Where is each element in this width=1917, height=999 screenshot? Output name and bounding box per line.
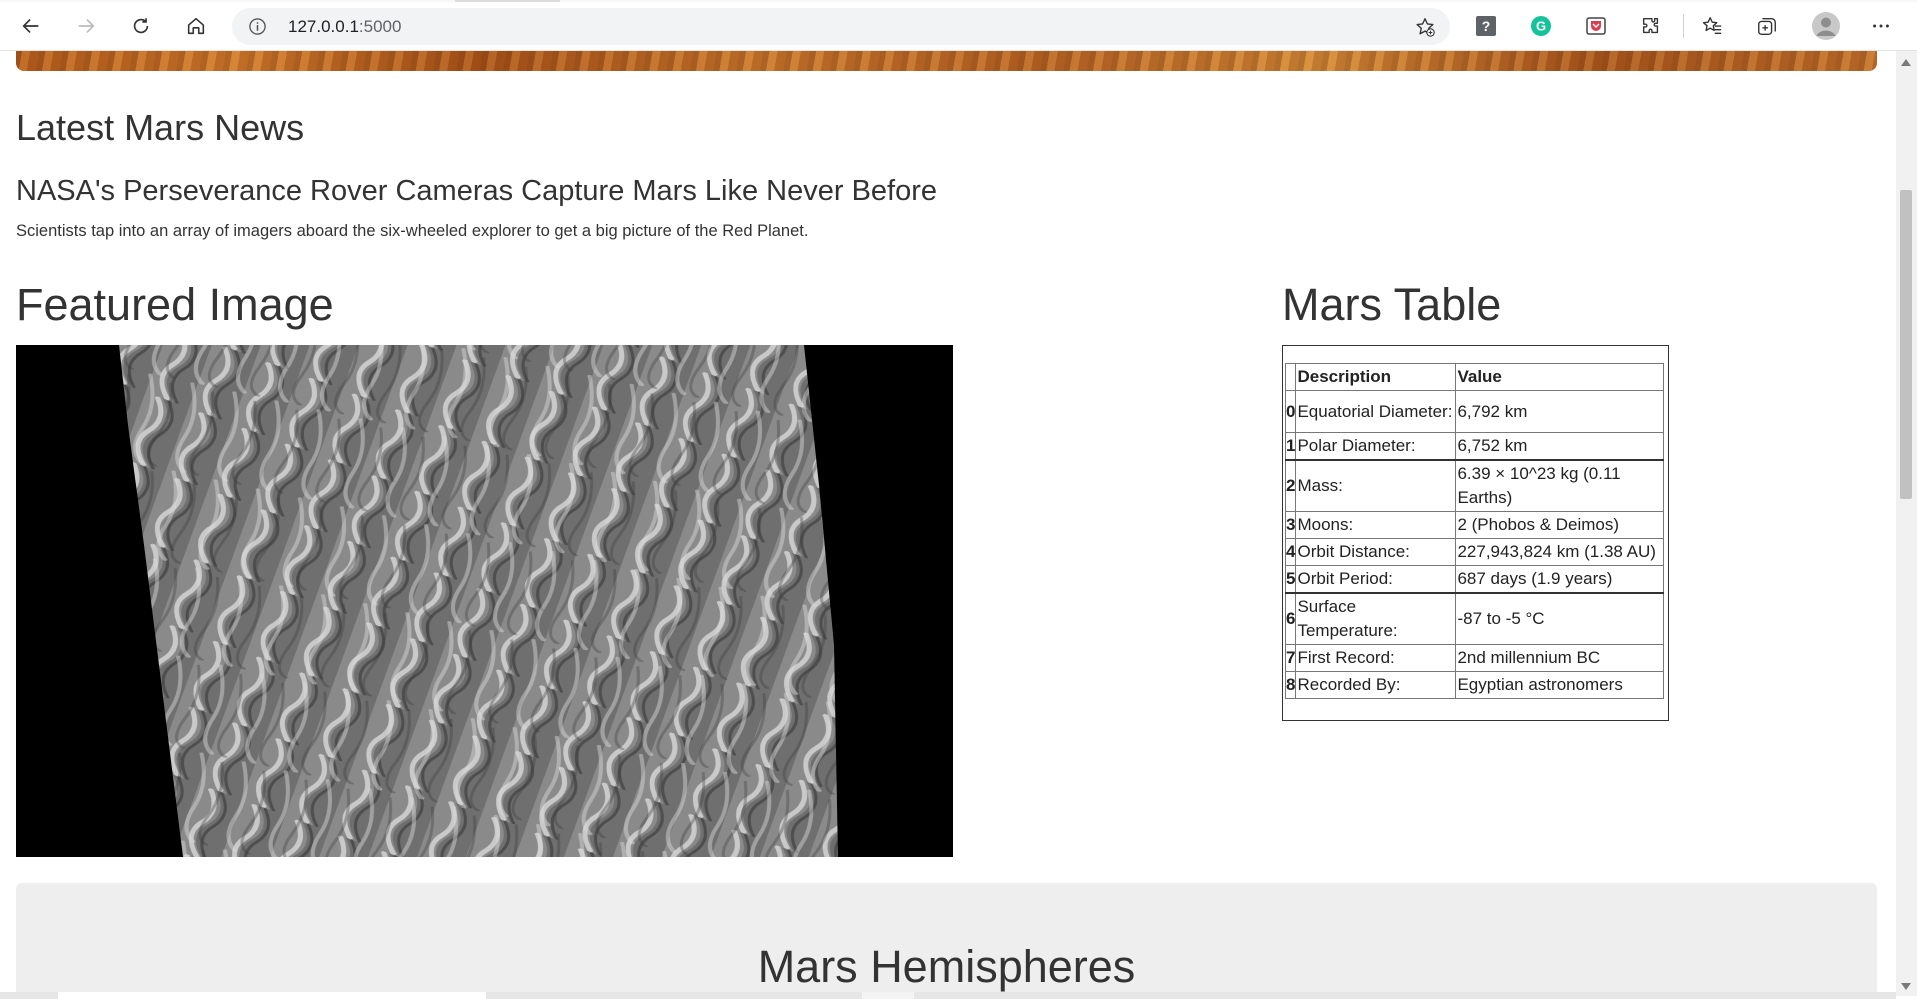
horizontal-scroll-thumb[interactable] — [58, 992, 486, 999]
favorites-icon — [1702, 17, 1722, 35]
horizontal-scrollbar[interactable] — [0, 992, 1896, 999]
row-description: Recorded By: — [1295, 671, 1457, 699]
url-text[interactable]: 127.0.0.1:5000 — [288, 17, 401, 37]
toolbar-divider — [1683, 14, 1684, 38]
mars-dunes-image — [16, 345, 953, 857]
row-description: Polar Diameter: — [1295, 432, 1457, 461]
add-favorite-icon[interactable] — [1414, 16, 1436, 38]
scroll-up-arrow-icon[interactable] — [1901, 59, 1911, 66]
row-index: 0 — [1284, 390, 1297, 433]
row-description: Mass: — [1295, 459, 1457, 512]
column-header-description: Description — [1295, 363, 1457, 391]
page-viewport: Latest Mars News NASA's Perseverance Rov… — [0, 51, 1896, 996]
row-description: Orbit Period: — [1295, 565, 1457, 594]
site-info-icon[interactable] — [248, 17, 267, 36]
hemispheres-heading: Mars Hemispheres — [757, 941, 1136, 992]
table-row: 8 Recorded By: Egyptian astronomers — [1284, 671, 1664, 699]
featured-image — [16, 345, 953, 857]
news-heading: Latest Mars News — [16, 107, 305, 148]
row-index: 4 — [1284, 538, 1297, 566]
browser-toolbar: 127.0.0.1:5000 ? G — [0, 0, 1917, 51]
row-index: 7 — [1284, 644, 1297, 672]
row-index: 1 — [1284, 432, 1297, 461]
mars-table-container: Description Value 0 Equatorial Diameter:… — [1282, 345, 1669, 721]
refresh-icon — [133, 18, 149, 34]
favorites-button[interactable] — [1698, 12, 1726, 40]
row-index: 6 — [1284, 592, 1297, 645]
table-header-row: Description Value — [1284, 363, 1664, 391]
grammarly-icon: G — [1531, 16, 1551, 36]
back-icon — [22, 18, 39, 34]
row-index: 8 — [1284, 671, 1297, 699]
home-icon — [187, 17, 205, 35]
pocket-button[interactable] — [1582, 12, 1610, 40]
row-description: First Record: — [1295, 644, 1457, 672]
row-value: 2 (Phobos & Deimos) — [1455, 511, 1664, 539]
back-button[interactable] — [14, 9, 48, 43]
row-index: 5 — [1284, 565, 1297, 594]
pocket-icon — [1586, 17, 1606, 35]
row-index: 3 — [1284, 511, 1297, 539]
row-index: 2 — [1284, 459, 1297, 512]
svg-text:G: G — [1536, 19, 1546, 34]
index-header — [1284, 363, 1297, 391]
mars-facts-table: Description Value 0 Equatorial Diameter:… — [1284, 363, 1664, 699]
news-paragraph: Scientists tap into an array of imagers … — [16, 222, 809, 240]
home-button[interactable] — [179, 9, 213, 43]
row-value: 6,752 km — [1455, 432, 1664, 461]
row-value: 227,943,824 km (1.38 AU) — [1455, 538, 1664, 566]
row-value: 6,792 km — [1455, 390, 1664, 433]
column-header-value: Value — [1455, 363, 1664, 391]
mars-banner-image — [16, 51, 1877, 71]
tab-strip-edge — [0, 0, 1917, 2]
featured-image-heading: Featured Image — [16, 279, 334, 330]
table-row: 2 Mass: 6.39 × 10^23 kg (0.11 Earths) — [1284, 459, 1664, 512]
row-description: Orbit Distance: — [1295, 538, 1457, 566]
url-port: :5000 — [358, 17, 402, 36]
help-extension-icon: ? — [1476, 16, 1496, 36]
profile-icon — [1812, 12, 1840, 40]
more-button[interactable] — [1867, 12, 1895, 40]
mars-table-heading: Mars Table — [1282, 279, 1502, 330]
row-value: Egyptian astronomers — [1455, 671, 1664, 699]
grammarly-button[interactable]: G — [1527, 12, 1555, 40]
forward-button[interactable] — [69, 9, 103, 43]
extensions-button[interactable] — [1637, 12, 1665, 40]
table-row: 7 First Record: 2nd millennium BC — [1284, 644, 1664, 672]
table-row: 5 Orbit Period: 687 days (1.9 years) — [1284, 565, 1664, 594]
more-icon — [1873, 24, 1889, 28]
scroll-down-arrow-icon[interactable] — [1901, 983, 1911, 990]
profile-button[interactable] — [1810, 10, 1842, 42]
vertical-scrollbar[interactable] — [1896, 51, 1917, 996]
table-row: 3 Moons: 2 (Phobos & Deimos) — [1284, 511, 1664, 539]
refresh-button[interactable] — [124, 9, 158, 43]
table-row: 0 Equatorial Diameter: 6,792 km — [1284, 390, 1664, 433]
svg-text:?: ? — [1482, 18, 1491, 34]
row-description: Moons: — [1295, 511, 1457, 539]
row-value: 6.39 × 10^23 kg (0.11 Earths) — [1455, 459, 1664, 512]
url-host: 127.0.0.1 — [288, 17, 359, 36]
horizontal-scroll-marker — [862, 992, 914, 999]
row-value: 2nd millennium BC — [1455, 644, 1664, 672]
row-description: Equatorial Diameter: — [1295, 390, 1457, 433]
help-extension-button[interactable]: ? — [1472, 12, 1500, 40]
row-value: 687 days (1.9 years) — [1455, 565, 1664, 594]
hemispheres-panel: Mars Hemispheres — [16, 883, 1877, 996]
collections-button[interactable] — [1753, 12, 1781, 40]
table-row: 1 Polar Diameter: 6,752 km — [1284, 432, 1664, 461]
vertical-scroll-thumb[interactable] — [1900, 190, 1912, 499]
news-title: NASA's Perseverance Rover Cameras Captur… — [16, 175, 938, 207]
forward-icon — [78, 18, 95, 34]
row-description: Surface Temperature: — [1295, 592, 1457, 645]
extensions-icon — [1642, 17, 1659, 34]
address-bar[interactable]: 127.0.0.1:5000 — [232, 8, 1450, 45]
table-row: 6 Surface Temperature: -87 to -5 °C — [1284, 592, 1664, 645]
row-value: -87 to -5 °C — [1455, 592, 1664, 645]
collections-icon — [1758, 17, 1776, 35]
table-row: 4 Orbit Distance: 227,943,824 km (1.38 A… — [1284, 538, 1664, 566]
